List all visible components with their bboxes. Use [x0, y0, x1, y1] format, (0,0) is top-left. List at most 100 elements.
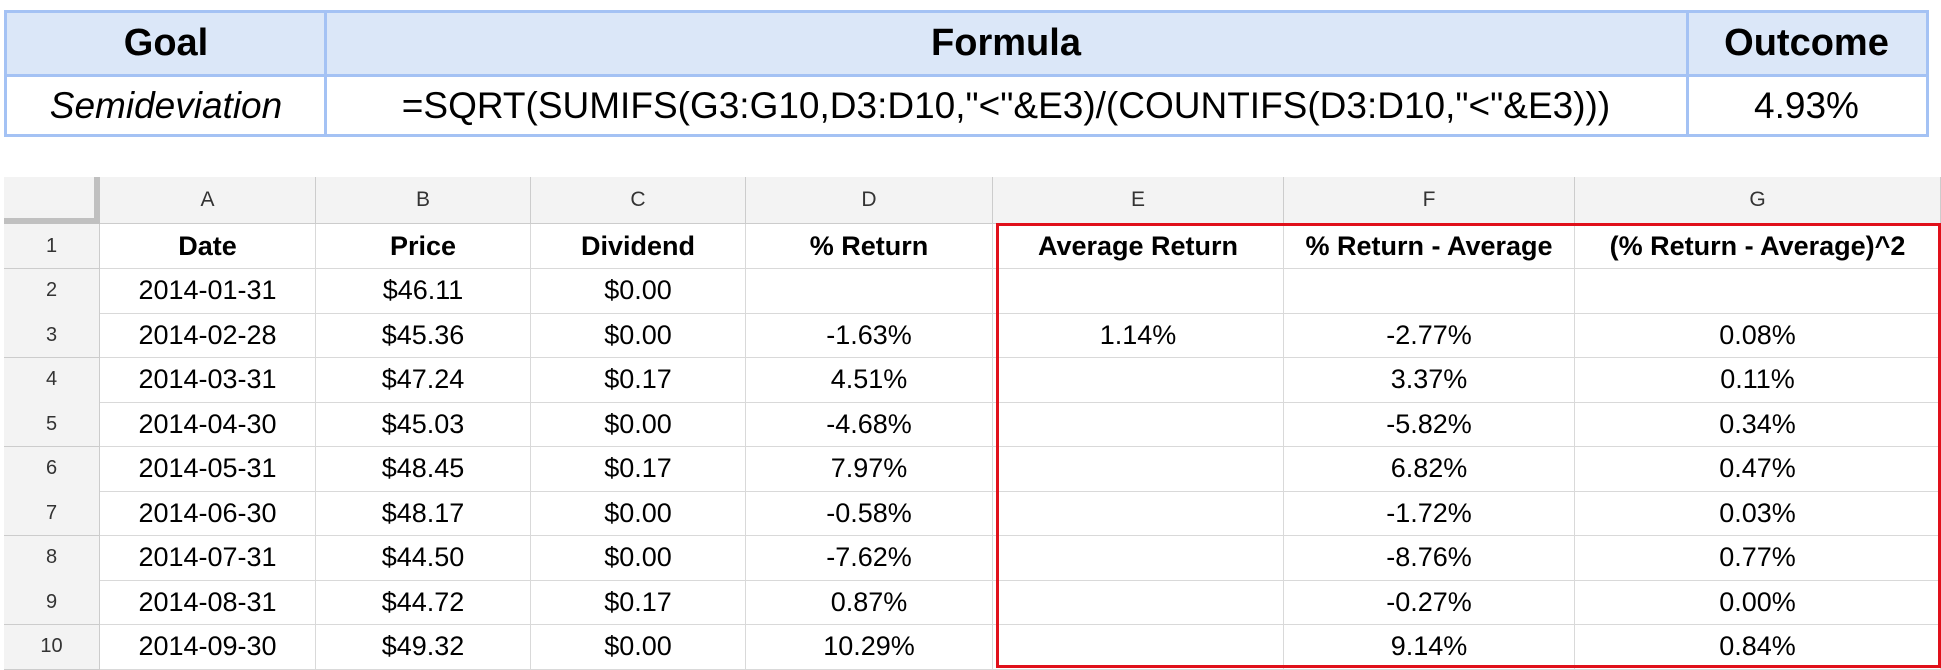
table-cell[interactable]: 4.51% — [746, 357, 993, 403]
table-cell[interactable]: $44.50 — [316, 535, 531, 581]
table-cell[interactable]: 2014-07-31 — [100, 535, 316, 581]
formula-header: Formula — [931, 22, 1081, 64]
table-cell[interactable]: 10.29% — [746, 624, 993, 670]
table-cell[interactable]: $45.03 — [316, 402, 531, 447]
column-header-a[interactable]: A — [100, 177, 316, 224]
table-cell[interactable]: $0.00 — [531, 313, 746, 358]
row-header-9[interactable]: 9 — [4, 580, 100, 625]
table-cell[interactable]: $48.45 — [316, 446, 531, 492]
table-cell[interactable]: $0.00 — [531, 268, 746, 314]
column-header-e[interactable]: E — [993, 177, 1284, 224]
row-header-2[interactable]: 2 — [4, 268, 100, 314]
goal-header: Goal — [123, 22, 209, 64]
select-all-corner[interactable] — [4, 177, 100, 224]
table-row: 2014-03-31 $47.24 $0.17 4.51% 3.37% 0.11% — [100, 357, 1941, 403]
table-cell[interactable]: 0.84% — [1575, 624, 1941, 670]
outcome-header: Outcome — [1724, 22, 1889, 64]
table-cell[interactable]: 7.97% — [746, 446, 993, 492]
row-header-3[interactable]: 3 — [4, 313, 100, 358]
table-cell[interactable]: 0.03% — [1575, 491, 1941, 536]
table-cell[interactable]: 2014-04-30 — [100, 402, 316, 447]
row-header-10[interactable]: 10 — [4, 624, 100, 670]
table-cell[interactable] — [1575, 268, 1941, 314]
table-cell[interactable] — [993, 268, 1284, 314]
spreadsheet-grid: ABCDEFG 1 Date Price Dividend% Return Averag… — [0, 177, 1941, 670]
row-header-5[interactable]: 5 — [4, 402, 100, 447]
row-header-7[interactable]: 7 — [4, 491, 100, 536]
table-cell[interactable]: 2014-06-30 — [100, 491, 316, 536]
table-cell[interactable]: $47.24 — [316, 357, 531, 403]
table-cell[interactable] — [1284, 268, 1575, 314]
column-header-f[interactable]: F — [1284, 177, 1575, 224]
table-cell[interactable]: $0.17 — [531, 446, 746, 492]
column-title-cell[interactable]: % Return - Average — [1284, 224, 1575, 269]
table-cell[interactable]: 0.11% — [1575, 357, 1941, 403]
table-cell[interactable]: 2014-02-28 — [100, 313, 316, 358]
row-header-8[interactable]: 8 — [4, 535, 100, 581]
table-cell[interactable]: 2014-09-30 — [100, 624, 316, 670]
table-cell[interactable]: 2014-08-31 — [100, 580, 316, 625]
table-cell[interactable]: 0.34% — [1575, 402, 1941, 447]
table-cell[interactable] — [993, 624, 1284, 670]
table-cell[interactable]: $0.17 — [531, 357, 746, 403]
column-header-g[interactable]: G — [1575, 177, 1941, 224]
column-title-cell[interactable]: % Return — [746, 224, 993, 269]
table-cell[interactable]: 1.14% — [993, 313, 1284, 358]
table-cell[interactable]: 2014-03-31 — [100, 357, 316, 403]
table-cell[interactable]: -4.68% — [746, 402, 993, 447]
table-row: 2014-08-31 $44.72 $0.17 0.87% -0.27% 0.00% — [100, 580, 1941, 625]
table-cell[interactable]: $45.36 — [316, 313, 531, 358]
table-cell[interactable]: -5.82% — [1284, 402, 1575, 447]
table-cell[interactable]: $0.00 — [531, 402, 746, 447]
table-cell[interactable] — [993, 580, 1284, 625]
table-cell[interactable]: $49.32 — [316, 624, 531, 670]
table-cell[interactable]: 0.08% — [1575, 313, 1941, 358]
table-cell[interactable]: 0.47% — [1575, 446, 1941, 492]
table-cell[interactable] — [746, 268, 993, 314]
column-header-b[interactable]: B — [316, 177, 531, 224]
column-title-cell[interactable]: Dividend — [531, 224, 746, 269]
table-cell[interactable]: -0.27% — [1284, 580, 1575, 625]
column-title-cell[interactable]: Price — [316, 224, 531, 269]
sheet-header-row: Date Price Dividend% Return Average Return%… — [100, 224, 1941, 269]
table-cell[interactable]: -2.77% — [1284, 313, 1575, 358]
table-cell[interactable]: 3.37% — [1284, 357, 1575, 403]
row-header-4[interactable]: 4 — [4, 357, 100, 403]
table-cell[interactable]: -7.62% — [746, 535, 993, 581]
summary-table: Goal Formula Outcome Semideviation =SQRT… — [4, 10, 1929, 137]
table-cell[interactable]: -1.72% — [1284, 491, 1575, 536]
table-cell[interactable] — [993, 491, 1284, 536]
table-cell[interactable]: $0.00 — [531, 624, 746, 670]
table-cell[interactable]: $0.17 — [531, 580, 746, 625]
table-cell[interactable]: $46.11 — [316, 268, 531, 314]
column-header-row: ABCDEFG — [0, 177, 1941, 224]
table-cell[interactable]: 9.14% — [1284, 624, 1575, 670]
table-cell[interactable] — [993, 446, 1284, 492]
table-cell[interactable]: -1.63% — [746, 313, 993, 358]
column-title-cell[interactable]: Average Return — [993, 224, 1284, 269]
column-title-cell[interactable]: Date — [100, 224, 316, 269]
row-header-6[interactable]: 6 — [4, 446, 100, 492]
table-cell[interactable] — [993, 535, 1284, 581]
table-row: 2014-01-31 $46.11 $0.00 — [100, 268, 1941, 314]
table-cell[interactable]: 0.77% — [1575, 535, 1941, 581]
table-cell[interactable]: 6.82% — [1284, 446, 1575, 492]
table-cell[interactable] — [993, 402, 1284, 447]
summary-header-row: Goal Formula Outcome — [7, 13, 1926, 77]
table-cell[interactable]: 2014-01-31 — [100, 268, 316, 314]
column-header-d[interactable]: D — [746, 177, 993, 224]
table-cell[interactable]: -0.58% — [746, 491, 993, 536]
table-cell[interactable]: $0.00 — [531, 535, 746, 581]
table-row: 2014-07-31 $44.50 $0.00 -7.62% -8.76% 0.77% — [100, 535, 1941, 581]
column-title-cell[interactable]: (% Return - Average)^2 — [1575, 224, 1941, 269]
table-cell[interactable] — [993, 357, 1284, 403]
table-cell[interactable]: 2014-05-31 — [100, 446, 316, 492]
table-cell[interactable]: $48.17 — [316, 491, 531, 536]
row-header-1[interactable]: 1 — [4, 224, 100, 269]
table-cell[interactable]: $0.00 — [531, 491, 746, 536]
table-cell[interactable]: $44.72 — [316, 580, 531, 625]
table-cell[interactable]: 0.00% — [1575, 580, 1941, 625]
table-cell[interactable]: 0.87% — [746, 580, 993, 625]
column-header-c[interactable]: C — [531, 177, 746, 224]
table-cell[interactable]: -8.76% — [1284, 535, 1575, 581]
